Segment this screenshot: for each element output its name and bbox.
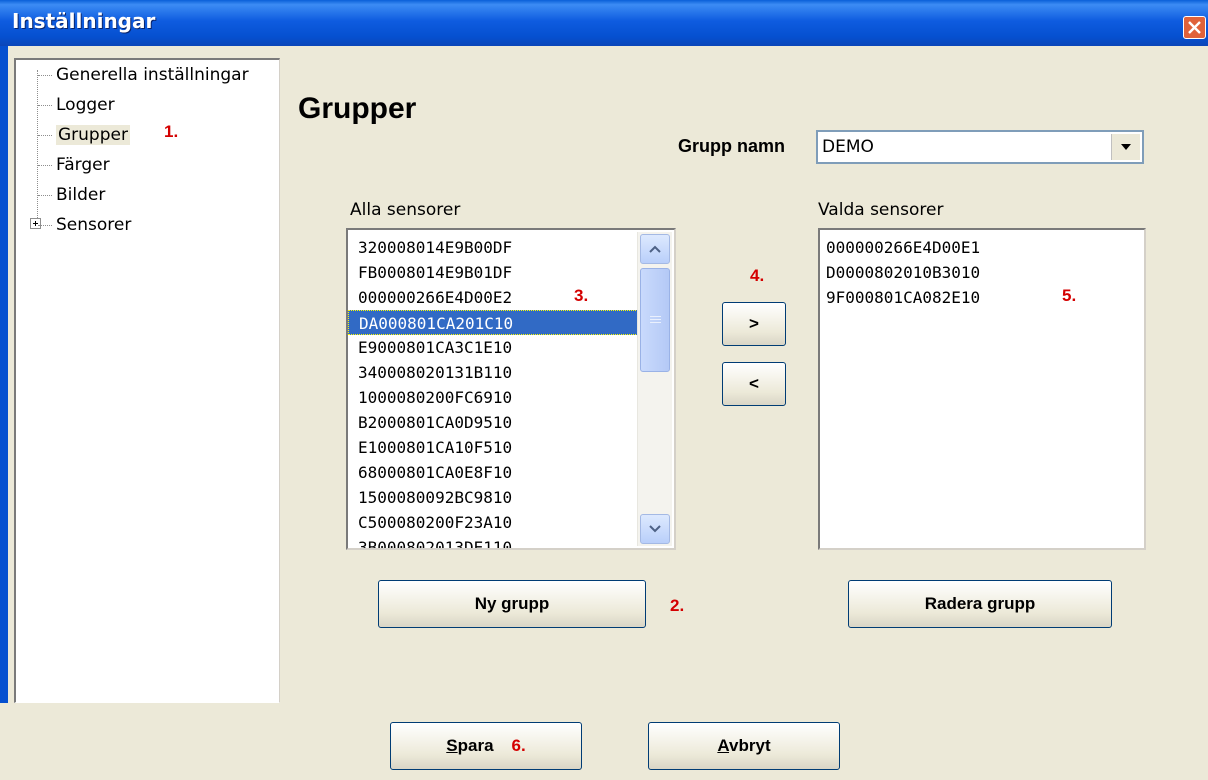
group-name-label: Grupp namn xyxy=(678,136,785,156)
settings-window: Inställningar Generella inställningar Lo… xyxy=(0,0,1208,780)
tree-connector xyxy=(38,224,52,226)
tree-connector xyxy=(38,194,52,196)
cancel-button-label: Avbryt xyxy=(717,736,771,755)
scroll-thumb[interactable] xyxy=(640,268,670,372)
list-item[interactable]: 000000266E4D00E2 xyxy=(348,285,674,310)
close-icon xyxy=(1188,21,1201,34)
marker-3: 3. xyxy=(574,286,589,305)
delete-group-button[interactable]: Radera grupp xyxy=(848,580,1112,628)
title-bar[interactable]: Inställningar xyxy=(0,0,1208,46)
tree-item-sensorer[interactable]: Sensorer xyxy=(38,212,131,238)
list-item[interactable]: 340008020131B110 xyxy=(348,360,674,385)
tree-item-label: Grupper xyxy=(56,125,130,145)
marker-6: 6. xyxy=(511,736,526,755)
dropdown-button[interactable] xyxy=(1111,134,1140,160)
list-item[interactable]: 000000266E4D00E1 xyxy=(820,235,1144,260)
tree-connector xyxy=(38,164,52,166)
list-item[interactable]: FB0008014E9B01DF xyxy=(348,260,674,285)
close-button[interactable] xyxy=(1183,16,1206,39)
grip-line xyxy=(650,322,661,323)
list-item[interactable]: 1500080092BC9810 xyxy=(348,485,674,510)
tree-item-label: Logger xyxy=(56,95,115,115)
vertical-scrollbar[interactable] xyxy=(637,232,672,546)
list-item[interactable]: 320008014E9B00DF xyxy=(348,235,674,260)
grip-line xyxy=(650,316,661,317)
tree-item-logger[interactable]: Logger xyxy=(38,92,115,118)
selected-sensors-label: Valda sensorer xyxy=(818,200,944,220)
tree-item-bilder[interactable]: Bilder xyxy=(38,182,105,208)
scroll-down-button[interactable] xyxy=(640,514,670,544)
window-frame-inner xyxy=(8,46,12,716)
group-name-value: DEMO xyxy=(822,137,874,157)
tree-item-label: Generella inställningar xyxy=(56,65,249,85)
group-name-select[interactable]: DEMO xyxy=(816,130,1144,164)
tree-item-generella[interactable]: Generella inställningar xyxy=(38,62,249,88)
list-item[interactable]: 9F000801CA082E10 xyxy=(820,285,1144,310)
list-item[interactable]: 3B000802013DE110 xyxy=(348,535,674,548)
remove-sensor-button[interactable]: < xyxy=(722,362,786,406)
list-item-selected[interactable]: DA000801CA201C10 xyxy=(348,310,640,335)
new-group-button[interactable]: Ny grupp xyxy=(378,580,646,628)
list-item[interactable]: 68000801CA0E8F10 xyxy=(348,460,674,485)
cancel-button[interactable]: Avbryt xyxy=(648,722,840,770)
list-item[interactable]: C500080200F23A10 xyxy=(348,510,674,535)
list-item[interactable]: B2000801CA0D9510 xyxy=(348,410,674,435)
list-item[interactable]: 1000080200FC6910 xyxy=(348,385,674,410)
window-frame-left xyxy=(0,46,8,716)
list-item[interactable]: E9000801CA3C1E10 xyxy=(348,335,674,360)
grip-line xyxy=(650,319,661,320)
chevron-down-icon xyxy=(1121,144,1131,150)
tree-item-label: Färger xyxy=(56,155,110,175)
marker-4: 4. xyxy=(750,266,765,285)
scroll-up-button[interactable] xyxy=(640,234,670,264)
save-button-label: Spara xyxy=(446,736,494,755)
all-sensors-label: Alla sensorer xyxy=(350,200,461,220)
selected-sensors-list[interactable]: 000000266E4D00E1 D0000802010B3010 9F0008… xyxy=(818,228,1146,550)
list-item[interactable]: D0000802010B3010 xyxy=(820,260,1144,285)
tree-item-grupper[interactable]: Grupper xyxy=(38,122,130,148)
save-button[interactable]: Spara 6. xyxy=(390,722,582,770)
chevron-down-icon xyxy=(649,525,661,533)
marker-1: 1. xyxy=(164,122,179,141)
settings-tree[interactable]: Generella inställningar Logger Grupper F… xyxy=(14,58,280,703)
marker-2: 2. xyxy=(670,596,685,615)
footer-bar xyxy=(0,703,1208,780)
page-title: Grupper xyxy=(298,92,417,125)
tree-item-label: Bilder xyxy=(56,185,106,205)
tree-item-label: Sensorer xyxy=(56,215,132,235)
tree-connector xyxy=(38,104,52,106)
tree-connector xyxy=(38,74,52,76)
tree-connector xyxy=(38,134,52,136)
all-sensors-list[interactable]: 320008014E9B00DF FB0008014E9B01DF 000000… xyxy=(346,228,676,550)
window-title: Inställningar xyxy=(12,9,156,33)
chevron-up-icon xyxy=(649,245,661,253)
tree-item-farger[interactable]: Färger xyxy=(38,152,110,178)
add-sensor-button[interactable]: > xyxy=(722,302,786,346)
marker-5: 5. xyxy=(1062,286,1077,305)
list-item[interactable]: E1000801CA10F510 xyxy=(348,435,674,460)
